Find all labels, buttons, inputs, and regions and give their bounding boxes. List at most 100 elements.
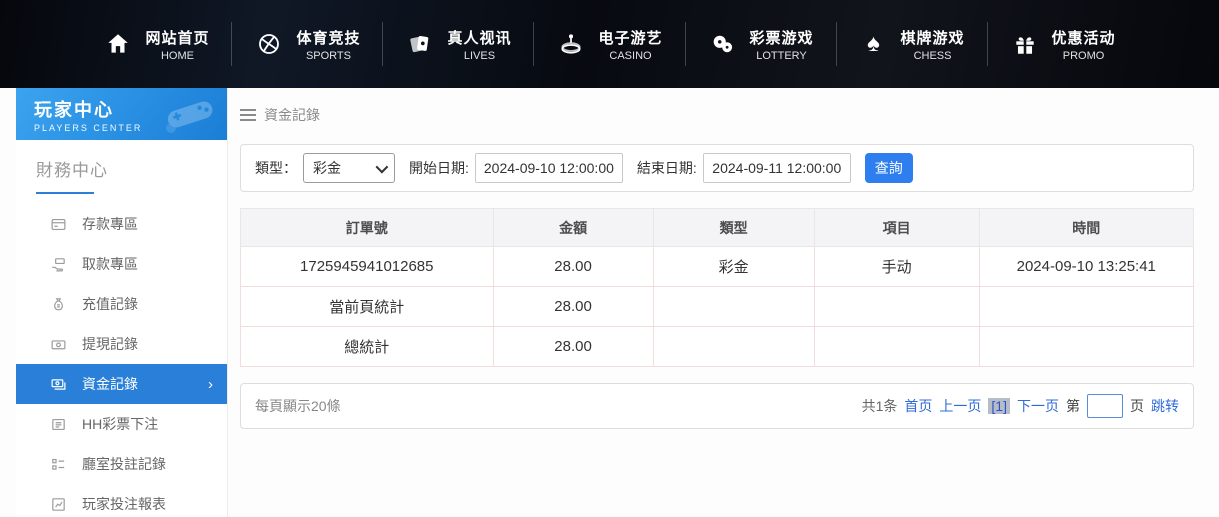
type-select-value: 彩金 xyxy=(313,160,341,176)
sidebar-item-label: 充值記錄 xyxy=(82,296,138,312)
sidebar-item-cashout-record[interactable]: 提現記錄 xyxy=(16,324,227,364)
hamburger-icon xyxy=(240,109,256,121)
cell-time: 2024-09-10 13:25:41 xyxy=(978,246,1195,287)
start-date-input[interactable] xyxy=(474,153,623,183)
sidebar-item-room-bet-record[interactable]: 廳室投註記錄 xyxy=(16,444,227,484)
nav-label: 彩票游戏 xyxy=(749,29,814,47)
total-count-text: 共1条 xyxy=(861,398,898,414)
nav-label: 体育竞技 xyxy=(296,29,361,47)
next-page-link[interactable]: 下一页 xyxy=(1017,396,1059,416)
col-time: 時間 xyxy=(978,208,1195,247)
gamepad-icon xyxy=(161,94,219,139)
nav-sublabel: CHESS xyxy=(913,49,952,62)
end-date-input[interactable] xyxy=(702,153,851,183)
page-size-text: 每頁顯示20條 xyxy=(255,398,341,414)
end-date-label: 結束日期: xyxy=(636,160,697,176)
sidebar-item-recharge-record[interactable]: 充值記錄 xyxy=(16,284,227,324)
banknote-icon xyxy=(50,336,67,353)
start-date-label: 開始日期: xyxy=(409,160,469,176)
report-chart-icon xyxy=(50,496,67,513)
current-page-indicator[interactable]: [1] xyxy=(988,398,1010,414)
pagination-bar: 每頁顯示20條 共1条 首页 上一页 [1] 下一页 第 页 跳转 xyxy=(240,383,1194,429)
nav-label: 网站首页 xyxy=(145,29,210,47)
col-order-no: 訂單號 xyxy=(240,208,494,247)
col-item: 項目 xyxy=(813,208,980,247)
filter-bar: 類型： 彩金 開始日期: 結束日期: 查詢 xyxy=(240,144,1194,192)
nav-label: 真人视讯 xyxy=(447,29,512,47)
main-content: 資金記錄 類型： 彩金 開始日期: 結束日期: 查詢 訂單號 金額 類型 xyxy=(240,88,1195,429)
spade-icon: ♠ xyxy=(867,30,880,57)
nav-sublabel: CASINO xyxy=(609,49,652,62)
sidebar-item-label: 取款專區 xyxy=(82,256,138,272)
type-select[interactable]: 彩金 xyxy=(303,153,395,183)
prev-page-link[interactable]: 上一页 xyxy=(939,396,981,416)
page-jump-input[interactable] xyxy=(1087,394,1123,418)
roulette-icon xyxy=(556,29,586,59)
table-row-grand-total: 總統計 28.00 xyxy=(240,326,1195,367)
nav-item-promo[interactable]: 优惠活动 PROMO xyxy=(988,22,1138,66)
sidebar-item-label: 提現記錄 xyxy=(82,336,138,352)
cell-amount: 28.00 xyxy=(492,326,654,367)
sidebar-item-label: 資金記錄 xyxy=(82,376,138,392)
cell-label: 總統計 xyxy=(240,326,494,367)
table-row: 1725945941012685 28.00 彩金 手动 2024-09-10 … xyxy=(240,246,1195,287)
type-label: 類型： xyxy=(255,160,297,176)
search-button[interactable]: 查詢 xyxy=(864,153,913,183)
deposit-card-icon xyxy=(50,216,67,233)
sidebar-item-hh-lottery-bets[interactable]: HH彩票下注 xyxy=(16,404,227,444)
basketball-icon xyxy=(254,29,284,59)
nav-item-sports[interactable]: 体育竞技 SPORTS xyxy=(232,22,384,66)
jump-go-link[interactable]: 跳转 xyxy=(1151,396,1179,416)
home-icon xyxy=(103,29,133,59)
first-page-link[interactable]: 首页 xyxy=(904,396,932,416)
nav-item-casino[interactable]: 电子游艺 CASINO xyxy=(534,22,686,66)
nav-sublabel: LOTTERY xyxy=(756,49,807,62)
cell-empty xyxy=(813,326,980,367)
jump-suffix-text: 页 xyxy=(1130,398,1144,414)
newspaper-icon xyxy=(50,416,67,433)
sidebar-item-label: 玩家投注報表 xyxy=(82,496,166,512)
funds-table: 訂單號 金額 類型 項目 時間 1725945941012685 28.00 彩… xyxy=(240,208,1195,367)
cell-amount: 28.00 xyxy=(492,286,654,327)
sidebar-item-label: 存款專區 xyxy=(82,216,138,232)
nav-label: 棋牌游戏 xyxy=(900,29,965,47)
nav-item-lottery[interactable]: 彩票游戏 LOTTERY xyxy=(686,22,837,66)
checklist-icon xyxy=(50,456,67,473)
nav-label: 优惠活动 xyxy=(1051,29,1116,47)
sidebar-item-player-bet-report[interactable]: 玩家投注報表 xyxy=(16,484,227,517)
chevron-down-icon xyxy=(375,160,389,173)
table-row-page-total: 當前頁統計 28.00 xyxy=(240,286,1195,327)
breadcrumb: 資金記錄 xyxy=(240,104,1194,126)
lottery-balls-icon xyxy=(708,29,738,59)
cell-empty xyxy=(978,326,1195,367)
col-type: 類型 xyxy=(652,208,815,247)
cell-empty xyxy=(652,326,815,367)
sidebar-item-label: 廳室投註記錄 xyxy=(82,456,166,472)
section-underline xyxy=(36,192,94,194)
nav-item-lives[interactable]: 真人视讯 LIVES xyxy=(383,22,535,66)
sidebar-item-funds-record[interactable]: 資金記錄 › xyxy=(16,364,227,404)
sidebar-item-label: HH彩票下注 xyxy=(82,416,159,432)
cards-icon xyxy=(405,29,435,59)
cell-type: 彩金 xyxy=(652,246,815,287)
page-title: 資金記錄 xyxy=(264,107,320,123)
sidebar-item-deposit[interactable]: 存款專區 xyxy=(16,204,227,244)
sidebar: 玩家中心 PLAYERS CENTER 財務中心 存款專區 取款專區 充值記錄 xyxy=(16,88,228,517)
money-bag-icon xyxy=(50,296,67,313)
nav-sublabel: PROMO xyxy=(1062,49,1105,62)
cell-empty xyxy=(652,286,815,327)
sidebar-header: 玩家中心 PLAYERS CENTER xyxy=(16,88,227,140)
cell-empty xyxy=(978,286,1195,327)
nav-sublabel: SPORTS xyxy=(305,49,351,62)
withdraw-hand-icon xyxy=(50,256,67,273)
chevron-right-icon: › xyxy=(208,375,213,393)
nav-sublabel: HOME xyxy=(160,49,194,62)
finance-center-title: 財務中心 xyxy=(36,161,108,180)
funds-icon xyxy=(50,376,67,393)
nav-item-home[interactable]: 网站首页 HOME xyxy=(81,22,233,66)
nav-sublabel: LIVES xyxy=(463,49,496,62)
nav-item-chess[interactable]: ♠ 棋牌游戏 CHESS xyxy=(837,22,988,66)
sidebar-item-withdraw[interactable]: 取款專區 xyxy=(16,244,227,284)
cell-amount: 28.00 xyxy=(492,246,654,287)
cell-item: 手动 xyxy=(813,246,980,287)
